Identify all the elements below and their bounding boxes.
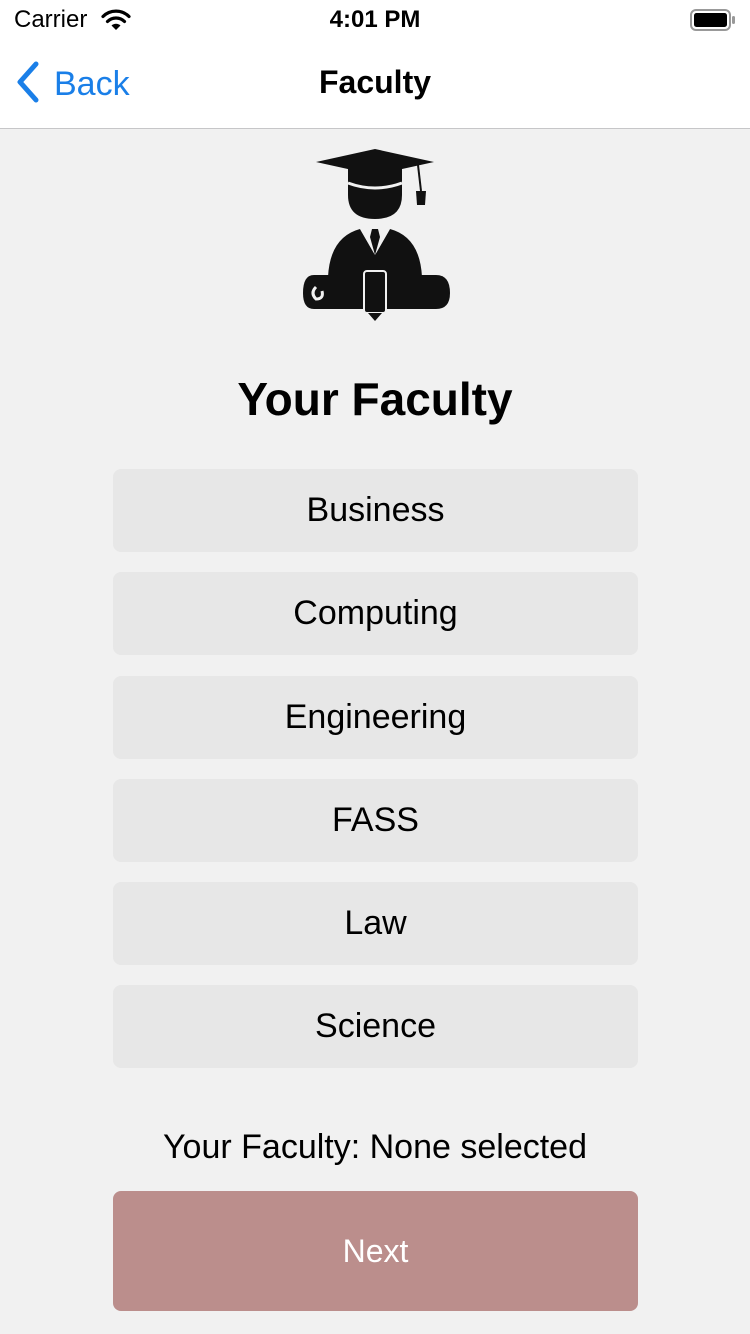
- clock: 4:01 PM: [329, 6, 421, 33]
- faculty-option-business[interactable]: Business: [113, 469, 638, 552]
- navigation-bar: Back Faculty: [0, 40, 750, 129]
- page-title: Your Faculty: [237, 373, 513, 425]
- faculty-options: Business Computing Engineering FASS Law …: [113, 469, 638, 1089]
- nav-title: Faculty: [318, 64, 432, 100]
- battery-icon: [690, 9, 736, 36]
- status-bar: Carrier 4:01 PM: [0, 0, 750, 40]
- selected-faculty-label: Your Faculty: None selected: [163, 1128, 587, 1166]
- faculty-option-law[interactable]: Law: [113, 882, 638, 966]
- graduate-icon: [300, 145, 450, 323]
- faculty-option-science[interactable]: Science: [113, 985, 638, 1069]
- faculty-option-fass[interactable]: FASS: [113, 778, 638, 862]
- faculty-option-computing[interactable]: Computing: [113, 572, 638, 656]
- faculty-option-engineering[interactable]: Engineering: [113, 675, 638, 759]
- next-button[interactable]: Next: [113, 1191, 638, 1311]
